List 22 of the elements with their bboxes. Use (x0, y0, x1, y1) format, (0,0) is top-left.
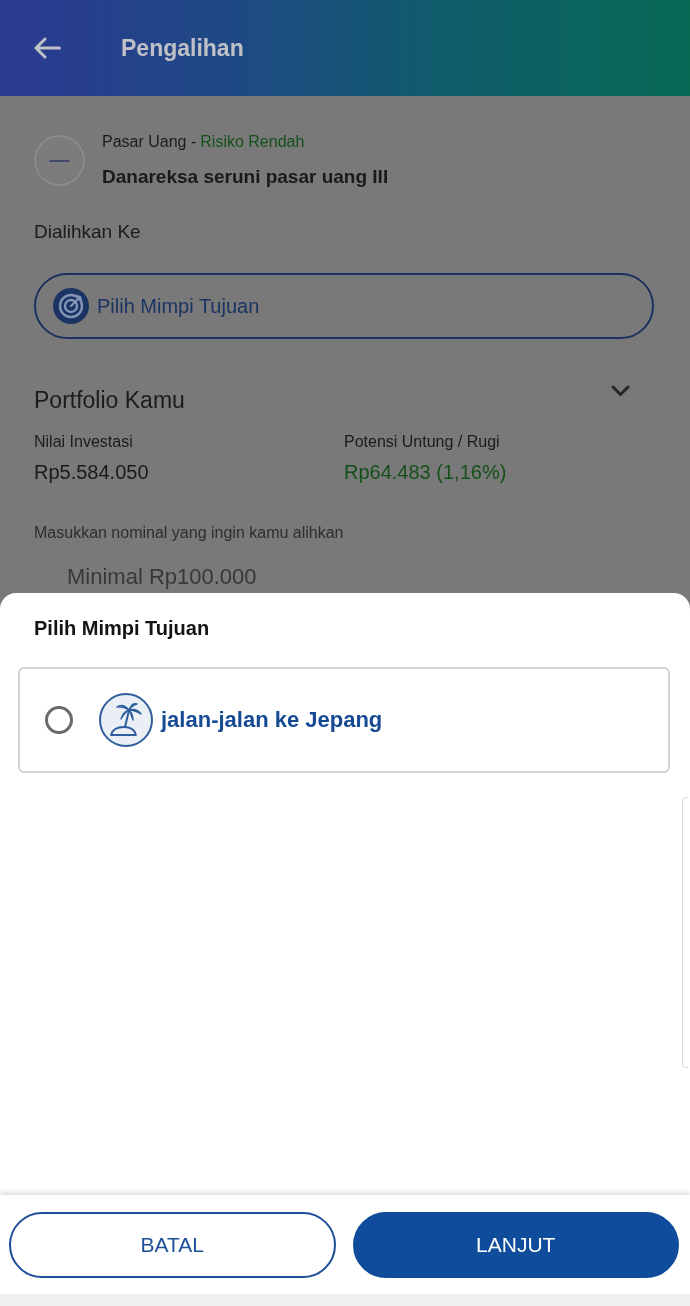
sheet-title: Pilih Mimpi Tujuan (34, 616, 210, 641)
stat-label: Potensi Untung / Rugi (344, 432, 500, 452)
amount-field[interactable]: Minimal Rp100.000 (34, 562, 434, 592)
portfolio-title: Portfolio Kamu (34, 386, 185, 415)
chevron-down-icon[interactable] (611, 385, 630, 397)
action-button[interactable]: LANJUT (352, 1212, 679, 1278)
radio-button[interactable] (45, 706, 73, 734)
destination-label: Dialihkan Ke (34, 220, 141, 244)
stat-label: Nilai Investasi (34, 432, 133, 452)
amount-label: Masukkan nominal yang ingin kamu alihkan (34, 523, 344, 543)
stat-value: Rp64.483 (1,16%) (344, 460, 507, 485)
action-button[interactable]: BATAL (9, 1212, 336, 1278)
fund-category: Pasar Uang - (102, 132, 197, 152)
fund-name: Danareksa seruni pasar uang III (102, 165, 389, 189)
target-icon (53, 288, 89, 324)
stat-value: Rp5.584.050 (34, 460, 149, 485)
risk-level: Risiko Rendah (200, 132, 305, 152)
palm-tree-icon (99, 693, 153, 747)
goal-option[interactable]: jalan-jalan ke Jepang (18, 667, 670, 773)
fund-logo-icon (34, 135, 85, 186)
screen-title: Pengalihan (121, 34, 244, 62)
back-arrow-icon[interactable] (33, 37, 61, 59)
